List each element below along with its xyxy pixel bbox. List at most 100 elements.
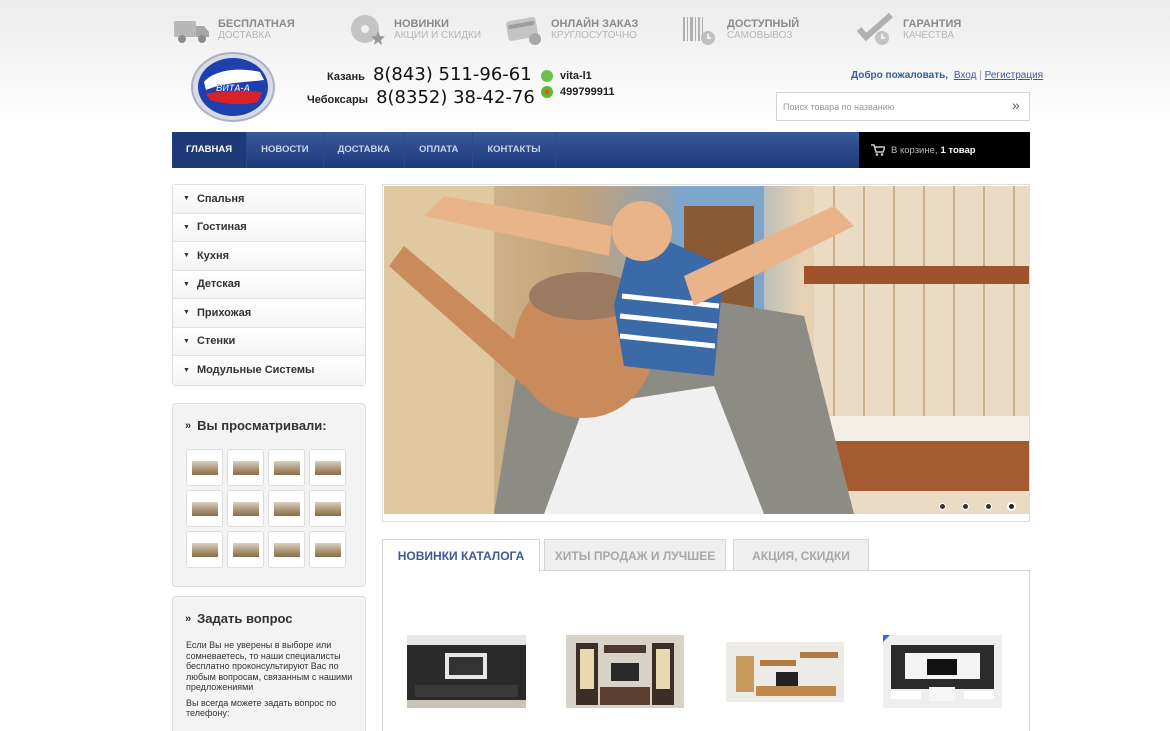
viewed-thumb[interactable] [268, 531, 305, 568]
cart-summary[interactable]: В корзине, 1 товар [859, 132, 1030, 168]
nav-contacts[interactable]: КОНТАКТЫ [473, 132, 556, 168]
viewed-thumb[interactable] [309, 449, 346, 486]
logo-text: ВИТА-А [216, 83, 250, 93]
icq-number: 499799911 [560, 86, 615, 98]
logo-emblem-icon: ВИТА-А [191, 52, 275, 122]
phone-number[interactable]: 8(8352) 38-42-76 [376, 87, 535, 108]
icq-flower-icon [541, 86, 553, 98]
skype-id: vita-l1 [560, 70, 592, 82]
product-card[interactable] [883, 635, 1002, 708]
product-image [566, 635, 684, 708]
recently-viewed-label: Вы просматривали: [197, 418, 327, 433]
viewed-thumb[interactable] [186, 490, 223, 527]
triangle-down-icon: ▼ [183, 309, 190, 317]
login-link[interactable]: Вход [954, 70, 977, 81]
phone-city: Казань [327, 71, 365, 83]
tab-new-items[interactable]: Новинки каталога [382, 539, 540, 572]
online-order-card-icon [505, 17, 541, 45]
category-label: Модульные Системы [196, 364, 315, 377]
feature-online-order: Онлайн заказ круглосуточно [505, 12, 638, 48]
category-label: Гостиная [196, 221, 247, 234]
guarantee-check-icon [857, 13, 893, 45]
search-go-icon[interactable]: » [1012, 97, 1020, 113]
ask-question-text: Если Вы не уверены в выборе или сомневае… [186, 640, 353, 692]
feature-guarantee: Гарантия качества [857, 12, 961, 48]
product-image [407, 635, 526, 708]
delivery-truck-icon [174, 21, 209, 43]
triangle-down-icon: ▼ [183, 280, 190, 288]
category-item[interactable]: ▼ Стенки [173, 327, 365, 356]
nav-delivery[interactable]: ДОСТАВКА [324, 132, 405, 168]
product-card[interactable] [407, 635, 526, 708]
feature-subtitle: самовывоз [727, 30, 793, 41]
double-chevron-icon: » [185, 419, 192, 432]
phone-cheboksary: Чебоксары 8(8352) 38-42-76 [307, 87, 535, 108]
main-nav: ГЛАВНАЯ НОВОСТИ ДОСТАВКА ОПЛАТА КОНТАКТЫ [172, 132, 860, 168]
viewed-thumb[interactable] [186, 531, 223, 568]
category-item[interactable]: ▼ Гостиная [173, 213, 365, 242]
category-label: Спальня [196, 192, 245, 205]
nav-news[interactable]: НОВОСТИ [247, 132, 324, 168]
auth-links: Добро пожаловать, Вход | Регистрация [851, 70, 1043, 81]
product-card[interactable] [566, 635, 684, 708]
slider-dot[interactable] [962, 503, 969, 510]
ask-question-phone-text: Вы всегда можете задать вопрос по телефо… [186, 697, 337, 719]
auth-separator: | [979, 70, 982, 81]
tab-bestsellers[interactable]: Хиты продаж и лучшее [544, 539, 726, 571]
skype-contact[interactable]: vita-l1 [541, 70, 592, 82]
phone-city: Чебоксары [307, 94, 369, 106]
slider-dot[interactable] [939, 503, 946, 510]
category-item[interactable]: ▼ Детская [173, 270, 365, 299]
nav-payment[interactable]: ОПЛАТА [405, 132, 474, 168]
viewed-thumb[interactable] [268, 490, 305, 527]
icq-contact[interactable]: 499799911 [541, 86, 614, 98]
viewed-thumb[interactable] [186, 449, 223, 486]
feature-title: Бесплатная [218, 18, 295, 30]
feature-pickup: Доступный самовывоз [681, 12, 799, 48]
category-item[interactable]: ▼ Кухня [173, 242, 365, 271]
feature-subtitle: качества [903, 30, 955, 41]
category-label: Детская [196, 278, 241, 291]
tab-sales[interactable]: Акция, скидки [733, 539, 869, 571]
category-label: Кухня [196, 249, 230, 262]
search-input[interactable]: Поиск товара по названию [776, 92, 1030, 121]
ask-question-label: Задать вопрос [197, 611, 293, 626]
feature-title: Доступный [727, 18, 800, 30]
viewed-thumb[interactable] [268, 449, 305, 486]
product-image [883, 635, 1002, 708]
cart-count: 1 товар [940, 144, 976, 156]
triangle-down-icon: ▼ [183, 252, 190, 260]
viewed-thumb[interactable] [227, 449, 264, 486]
phone-number[interactable]: 8(843) 511-96-61 [373, 64, 532, 85]
cart-text: В корзине, [891, 144, 938, 156]
category-item[interactable]: ▼ Прихожая [173, 299, 365, 328]
slider-dot[interactable] [985, 503, 992, 510]
category-item[interactable]: ▼ Спальня [173, 185, 365, 214]
product-card[interactable] [726, 642, 844, 702]
category-menu: ▼ Спальня ▼ Гостиная ▼ Кухня ▼ Детская ▼ Прих… [172, 184, 366, 386]
register-link[interactable]: Регистрация [985, 70, 1043, 81]
viewed-thumb[interactable] [227, 531, 264, 568]
new-disc-star-icon [351, 15, 385, 45]
cart-icon [871, 144, 885, 156]
viewed-thumb[interactable] [227, 490, 264, 527]
hero-slider[interactable] [382, 184, 1030, 522]
ask-question-title: » Задать вопрос [185, 611, 365, 626]
triangle-down-icon: ▼ [183, 195, 190, 203]
triangle-down-icon: ▼ [183, 366, 190, 374]
viewed-thumb[interactable] [309, 490, 346, 527]
category-item[interactable]: ▼ Модульные Системы [173, 356, 365, 385]
feature-subtitle: круглосуточно [551, 30, 637, 41]
feature-new-items: Новинки акции и скидки [348, 12, 481, 48]
skype-icon [541, 70, 553, 82]
nav-home[interactable]: ГЛАВНАЯ [172, 132, 248, 168]
phone-kazan: Казань 8(843) 511-96-61 [327, 64, 532, 85]
triangle-down-icon: ▼ [183, 223, 190, 231]
double-chevron-icon: » [185, 612, 192, 625]
category-label: Стенки [196, 335, 236, 348]
site-logo[interactable]: ВИТА-А [190, 52, 276, 122]
slider-dot-active[interactable] [1007, 502, 1016, 511]
feature-free-delivery: Бесплатная доставка [172, 12, 295, 48]
viewed-thumb[interactable] [309, 531, 346, 568]
feature-subtitle: акции и скидки [394, 30, 482, 41]
